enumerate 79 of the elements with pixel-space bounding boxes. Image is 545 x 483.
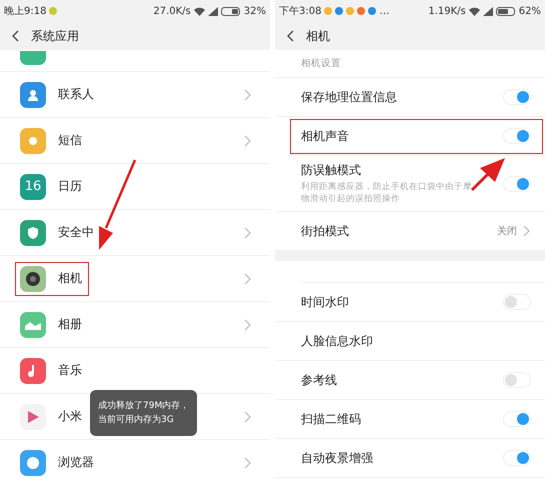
message-icon[interactable]: [20, 128, 46, 154]
network-speed: 27.0K/s: [153, 6, 191, 16]
toggle-switch[interactable]: [503, 176, 531, 192]
setting-label: 扫描二维码: [301, 410, 362, 428]
setting-label: 相机声音: [301, 128, 350, 144]
back-icon[interactable]: [12, 30, 19, 42]
app-name: 日历: [58, 178, 82, 195]
app-name: 音乐: [58, 362, 82, 379]
battery-icon: [496, 6, 516, 16]
back-icon[interactable]: [287, 30, 294, 42]
settings-row[interactable]: 扫描二维码: [275, 400, 545, 439]
app-row[interactable]: 短信: [0, 118, 270, 164]
setting-label: 防误触模式: [301, 162, 362, 179]
chevron-icon: [244, 134, 252, 146]
page-title: 相机: [306, 28, 330, 44]
gallery-icon[interactable]: [20, 312, 46, 338]
toggle-switch[interactable]: [503, 89, 531, 105]
app-row[interactable]: 16 日历: [0, 164, 270, 210]
contacts-icon[interactable]: [20, 82, 46, 108]
setting-description: 利用距离感应器，防止手机在口袋中由于摩: [301, 181, 473, 193]
settings-row[interactable]: 保存地理位置信息: [275, 78, 545, 117]
page-title: 系统应用: [31, 28, 79, 44]
play-icon[interactable]: [20, 404, 46, 430]
setting-label: 参考线: [301, 372, 338, 388]
network-speed: 1.19K/s: [428, 6, 466, 16]
settings-row[interactable]: 参考线: [275, 361, 545, 400]
chevron-icon: [244, 272, 252, 284]
annotation-arrow: [470, 158, 505, 192]
section-header: 相机设置: [275, 50, 545, 78]
chevron-icon: [244, 226, 252, 238]
camera-icon[interactable]: [20, 266, 46, 292]
battery-level: 62%: [518, 6, 541, 16]
toast-message: 成功释放了79M内存， 当前可用内存为3G: [90, 390, 198, 436]
notification-icon: [49, 7, 58, 15]
app-name: 联系人: [58, 86, 94, 103]
setting-description: 物滑动引起的误拍照操作: [301, 193, 401, 205]
more-notifications: …: [379, 6, 390, 16]
chevron-icon: [244, 318, 252, 330]
app-name: 安全中: [58, 224, 94, 241]
status-time: 晚上9:18: [4, 4, 46, 18]
app-name: 相册: [58, 316, 82, 333]
app-row[interactable]: 浏览器: [0, 440, 270, 483]
wifi-icon: [194, 6, 205, 16]
toggle-switch[interactable]: [503, 294, 531, 310]
shield-icon[interactable]: [20, 220, 46, 246]
settings-row[interactable]: 自动夜景增强: [275, 439, 545, 478]
setting-value: 关闭: [497, 224, 517, 238]
setting-label: 街拍模式: [301, 222, 350, 240]
toggle-switch[interactable]: [503, 372, 531, 388]
app-icon[interactable]: [20, 51, 46, 65]
setting-label: 自动夜景增强: [301, 450, 374, 466]
app-row[interactable]: 联系人: [0, 72, 270, 118]
status-time: 下午3:08: [279, 5, 322, 18]
chevron-icon: [244, 88, 252, 100]
setting-label: 人脸信息水印: [301, 332, 374, 350]
signal-icon: [208, 6, 218, 16]
app-row[interactable]: 相册: [0, 302, 270, 348]
toggle-switch[interactable]: [503, 411, 531, 427]
toggle-switch[interactable]: [503, 128, 531, 144]
battery-icon: [220, 6, 241, 16]
browser-icon[interactable]: [20, 450, 46, 476]
app-name: 浏览器: [58, 454, 94, 471]
setting-label: 保存地理位置信息: [301, 88, 398, 106]
settings-row[interactable]: 人脸信息水印: [275, 322, 545, 361]
battery-level: 32%: [244, 6, 266, 16]
app-row[interactable]: 相机: [0, 256, 270, 302]
app-name: 短信: [58, 132, 82, 149]
signal-icon: [482, 6, 493, 16]
wifi-icon: [468, 6, 480, 16]
music-icon[interactable]: [20, 358, 46, 384]
toggle-switch[interactable]: [503, 450, 531, 466]
chevron-icon: [244, 410, 252, 422]
settings-row[interactable]: 时间水印: [275, 283, 545, 322]
app-name: 小米: [58, 408, 82, 425]
chevron-icon: [244, 456, 252, 468]
chevron-icon: [523, 225, 531, 237]
calendar-date: 16: [24, 179, 42, 194]
setting-label: 时间水印: [301, 294, 350, 310]
app-name: 相机: [58, 270, 82, 287]
